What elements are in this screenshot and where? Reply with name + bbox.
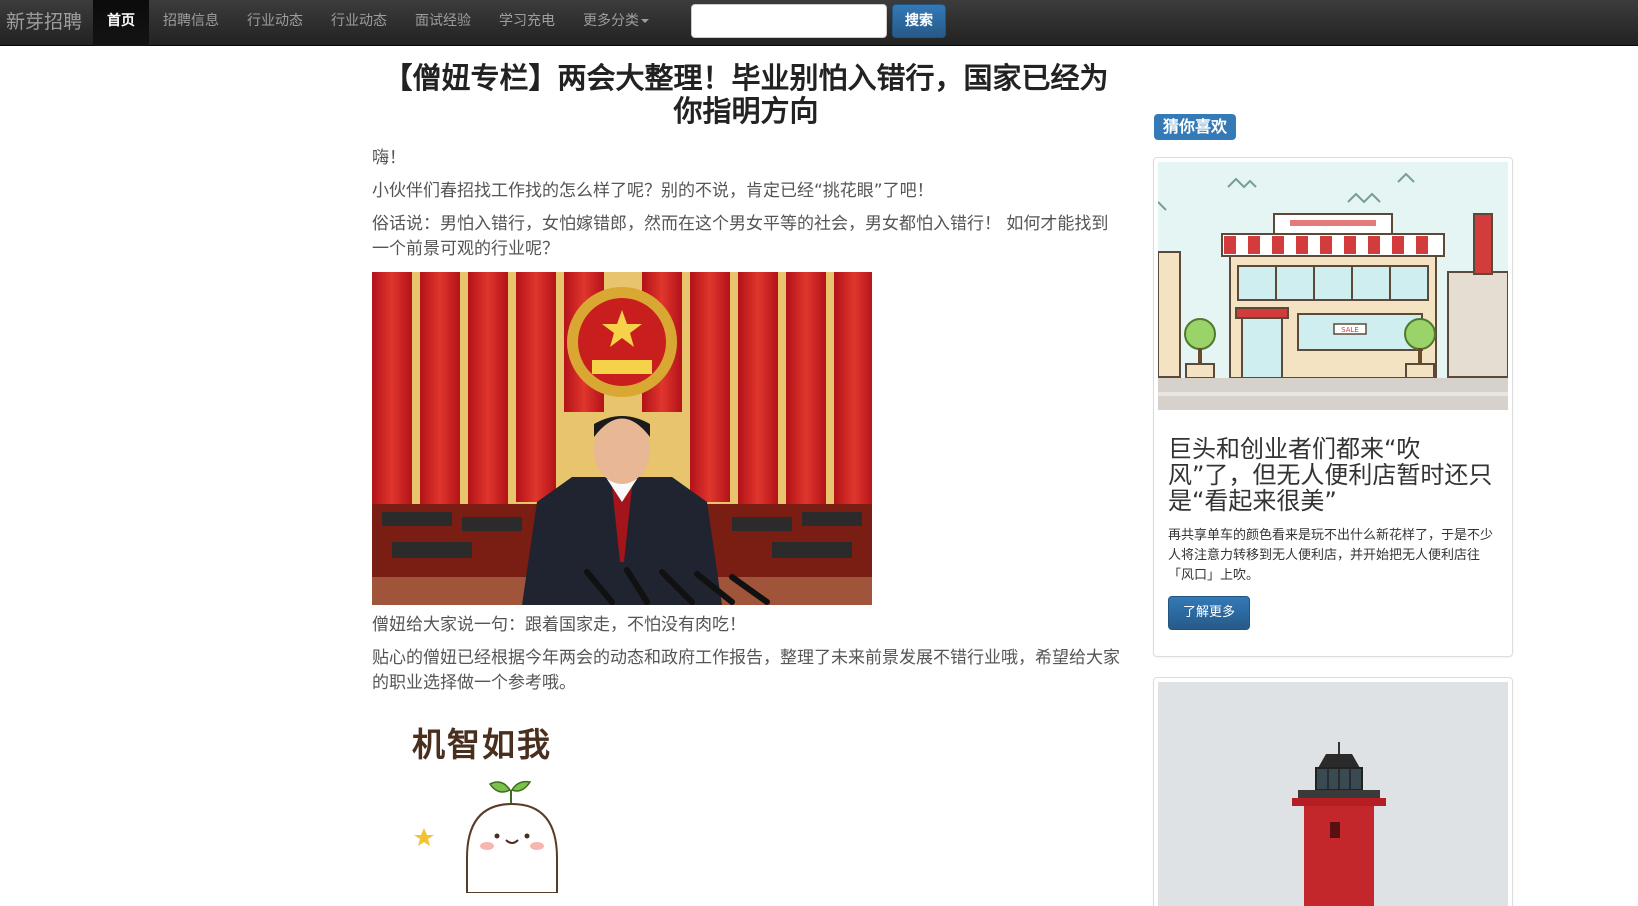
article-paragraph: 贴心的僧妞已经根据今年两会的动态和政府工作报告，整理了未来前景发展不错行业哦，希…	[372, 648, 1120, 693]
sticker-image: 机智如我	[372, 718, 572, 893]
store-illustration: SALE	[1157, 162, 1509, 410]
more-categories-label: 更多分类	[583, 13, 639, 29]
card-thumbnail-store[interactable]: SALE	[1157, 162, 1509, 410]
brand-logo[interactable]: 新芽招聘	[6, 0, 82, 46]
learn-more-button[interactable]: 了解更多	[1168, 596, 1250, 630]
lighthouse-photo	[1158, 682, 1508, 906]
article-paragraph: 嗨！	[372, 148, 406, 168]
nav-item-learning[interactable]: 学习充电	[485, 0, 569, 46]
card-thumbnail-lighthouse[interactable]	[1158, 682, 1508, 906]
nav-item-more-categories[interactable]: 更多分类	[569, 0, 663, 46]
recommendation-card: SALE 巨头和创业者们都来“吹风”了，但无人便利店暂时还只是“看起来很美” 再…	[1153, 157, 1513, 657]
store-sale-sign: SALE	[1341, 326, 1359, 334]
congress-photo-graphic	[372, 272, 872, 605]
search-input[interactable]	[691, 4, 887, 38]
article-photo-congress	[372, 272, 872, 605]
article-paragraph: 僧妞给大家说一句：跟着国家走，不怕没有肉吃！	[372, 615, 746, 635]
recommendation-card	[1153, 677, 1513, 906]
nav-item-jobs[interactable]: 招聘信息	[149, 0, 233, 46]
card-description: 再共享单车的颜色看来是玩不出什么新花样了，于是不少人将注意力转移到无人便利店，并…	[1168, 528, 1494, 583]
search-button[interactable]: 搜索	[892, 4, 946, 38]
card-title[interactable]: 巨头和创业者们都来“吹风”了，但无人便利店暂时还只是“看起来很美”	[1168, 436, 1498, 514]
article-paragraph: 俗话说：男怕入错行，女怕嫁错郎，然而在这个男女平等的社会，男女都怕入错行！ 如何…	[372, 214, 1109, 259]
article-title: 【僧妞专栏】两会大整理！毕业别怕入错行，国家已经为你指明方向	[383, 61, 1109, 128]
nav-item-interview-experience[interactable]: 面试经验	[401, 0, 485, 46]
top-navbar: 新芽招聘 首页 招聘信息 行业动态 行业动态 面试经验 学习充电 更多分类 搜索	[0, 0, 1638, 46]
nav-item-industry-news-2[interactable]: 行业动态	[317, 0, 401, 46]
nav-item-industry-news[interactable]: 行业动态	[233, 0, 317, 46]
main-nav: 首页 招聘信息 行业动态 行业动态 面试经验 学习充电 更多分类	[93, 0, 663, 46]
sprout-mascot-icon	[414, 780, 558, 893]
nav-item-home[interactable]: 首页	[93, 0, 149, 46]
recommendations-heading: 猜你喜欢	[1154, 114, 1237, 140]
article: 【僧妞专栏】两会大整理！毕业别怕入错行，国家已经为你指明方向 嗨！ 小伙伴们春招…	[372, 62, 1120, 893]
article-paragraph: 小伙伴们春招找工作找的怎么样了呢？别的不说，肯定已经“挑花眼”了吧！	[372, 181, 934, 201]
caret-down-icon	[641, 19, 649, 23]
